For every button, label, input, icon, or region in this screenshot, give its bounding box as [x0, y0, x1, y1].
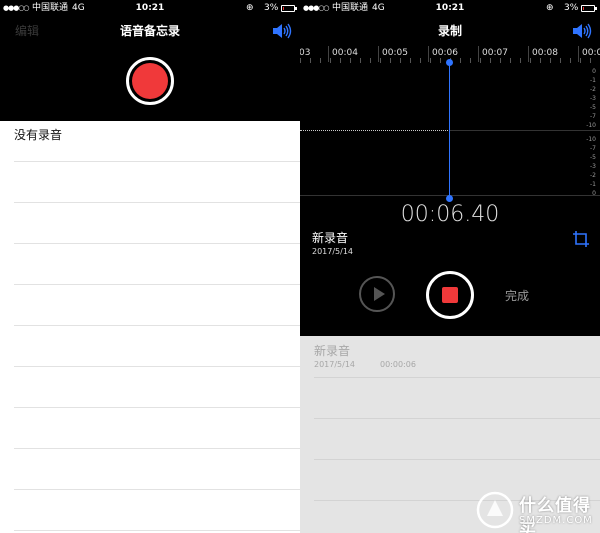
- elapsed-time: 00:06.40: [400, 202, 500, 227]
- watermark-text: 什么值得买: [519, 496, 591, 533]
- waveform: [300, 130, 450, 131]
- db-label: -3: [590, 95, 596, 102]
- list-separator: [14, 284, 300, 285]
- speaker-icon[interactable]: [572, 23, 592, 39]
- timeline-label: 00:08: [532, 48, 558, 58]
- list-item-date: 2017/5/14: [314, 360, 356, 369]
- timeline-label: 00:06: [432, 48, 458, 58]
- db-label: -2: [590, 172, 596, 179]
- list-separator: [14, 243, 300, 244]
- db-label: -5: [590, 104, 596, 111]
- list-separator: [14, 489, 300, 490]
- db-label: 0: [592, 190, 596, 197]
- timeline-label: 00:07: [482, 48, 508, 58]
- list-separator: [14, 161, 300, 162]
- list-item-name: 新录音: [314, 344, 351, 358]
- status-time: 10:21: [135, 3, 165, 13]
- db-label: -10: [586, 136, 596, 143]
- timeline-label: 00:09: [582, 48, 600, 58]
- list-separator: [14, 325, 300, 326]
- center-line: [450, 130, 600, 131]
- recording-name[interactable]: 新录音: [312, 229, 348, 246]
- status-time: 10:21: [435, 3, 465, 13]
- playhead-bottom-handle[interactable]: [446, 195, 453, 202]
- rotation-lock-icon: ⊕: [546, 3, 554, 13]
- list-separator: [14, 448, 300, 449]
- db-label: 0: [592, 68, 596, 75]
- record-button[interactable]: [126, 57, 174, 105]
- waveform-area: 0 -1 -2 -3 -5 -7 -10 -10 -7 -5 -3 -2 -1 …: [300, 64, 600, 199]
- list-separator: [14, 530, 300, 531]
- watermark: 什么值得买 SMZDM.COM: [475, 488, 600, 533]
- playhead-top-handle[interactable]: [446, 59, 453, 66]
- list-separator: [314, 418, 600, 419]
- battery-icon: [281, 5, 297, 12]
- db-label: -3: [590, 163, 596, 170]
- play-icon: [374, 287, 385, 301]
- empty-state-text: 没有录音: [14, 128, 63, 142]
- playhead[interactable]: [449, 62, 450, 198]
- list-separator: [14, 366, 300, 367]
- recordings-list: 没有录音: [0, 121, 300, 533]
- page-title: 语音备忘录: [119, 24, 180, 38]
- nav-bar: 编辑 语音备忘录: [0, 18, 300, 44]
- watermark-logo-icon: [476, 491, 514, 529]
- speaker-icon[interactable]: [272, 23, 292, 39]
- timeline-label: 00:05: [382, 48, 408, 58]
- db-label: -2: [590, 86, 596, 93]
- battery-percent: 3%: [564, 3, 579, 13]
- status-bar: ●●●○○ 中国联通 4G 10:21 ⊕ 3%: [0, 0, 300, 16]
- timeline-label: 03: [300, 48, 311, 58]
- timeline-label: 00:04: [332, 48, 358, 58]
- trim-icon[interactable]: [572, 230, 590, 248]
- battery-icon: [581, 5, 597, 12]
- status-bar: ●●●○○ 中国联通 4G 10:21 ⊕ 3%: [300, 0, 600, 16]
- recording-screen: ●●●○○ 中国联通 4G 10:21 ⊕ 3% 录制 03 00:04 00:…: [300, 0, 600, 533]
- db-label: -7: [590, 145, 596, 152]
- nav-bar: 录制: [300, 18, 600, 44]
- rotation-lock-icon: ⊕: [246, 3, 254, 13]
- db-label: -10: [586, 122, 596, 129]
- db-label: -1: [590, 181, 596, 188]
- voice-memos-home-screen: ●●●○○ 中国联通 4G 10:21 ⊕ 3% 编辑 语音备忘录 没有录音: [0, 0, 300, 533]
- db-label: -7: [590, 113, 596, 120]
- battery-percent: 3%: [264, 3, 279, 13]
- done-button[interactable]: 完成: [505, 287, 529, 304]
- play-button[interactable]: [359, 276, 395, 312]
- page-title: 录制: [437, 24, 462, 38]
- recording-date: 2017/5/14: [312, 247, 354, 256]
- list-separator: [314, 459, 600, 460]
- record-icon: [132, 63, 168, 99]
- db-label: -1: [590, 77, 596, 84]
- watermark-subtext: SMZDM.COM: [519, 515, 593, 526]
- list-separator: [14, 202, 300, 203]
- db-label: -5: [590, 154, 596, 161]
- list-item-duration: 00:00:06: [380, 360, 416, 369]
- list-separator: [14, 407, 300, 408]
- stop-icon: [442, 287, 458, 303]
- stop-button[interactable]: [426, 271, 474, 319]
- list-separator: [314, 377, 600, 378]
